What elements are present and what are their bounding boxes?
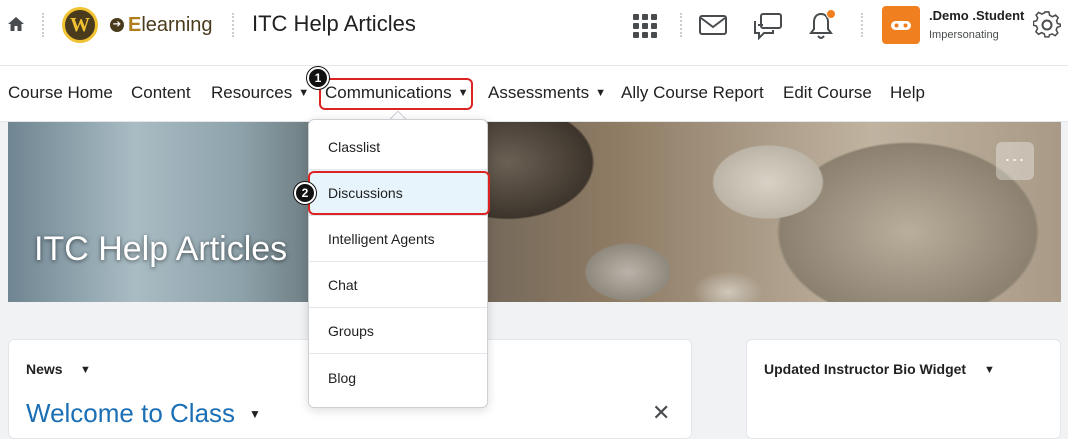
banner-more-options-icon[interactable]: ···	[996, 142, 1034, 180]
separator	[232, 13, 234, 37]
avatar[interactable]	[882, 6, 920, 44]
nav-course-home[interactable]: Course Home	[8, 83, 113, 103]
banner-title: ITC Help Articles	[34, 230, 288, 268]
chevron-down-icon: ▼	[595, 87, 606, 99]
course-navbar: Course Home Content Resources ▼ Communica…	[0, 66, 1068, 122]
home-icon[interactable]	[7, 15, 25, 33]
chevron-down-icon[interactable]: ▼	[80, 364, 91, 376]
nav-help[interactable]: Help	[890, 83, 925, 103]
separator	[680, 13, 682, 37]
news-post-title[interactable]: Welcome to Class ▼	[26, 398, 261, 429]
notification-dot	[826, 9, 836, 19]
top-bar: W ➔ Elearning ITC Help Articles .Demo .S…	[0, 0, 1068, 66]
impersonating-status: Impersonating	[929, 29, 999, 41]
step1-badge: 1	[307, 67, 329, 89]
brand-link[interactable]: ➔ Elearning	[110, 13, 213, 37]
arrow-circle-icon: ➔	[110, 18, 124, 32]
menu-item-intelligent-agents[interactable]: Intelligent Agents	[309, 216, 487, 262]
step1-highlight	[319, 78, 473, 110]
close-icon[interactable]: ✕	[652, 400, 670, 426]
instructor-bio-widget	[746, 339, 1061, 439]
menu-item-chat[interactable]: Chat	[309, 262, 487, 308]
course-title[interactable]: ITC Help Articles	[252, 11, 416, 37]
step2-badge: 2	[294, 182, 316, 204]
waffle-grid-icon[interactable]	[632, 13, 658, 39]
news-heading[interactable]: News	[26, 361, 63, 377]
message-icon[interactable]	[699, 15, 727, 35]
nav-content[interactable]: Content	[131, 83, 191, 103]
mask-icon	[891, 21, 911, 30]
menu-item-classlist[interactable]: Classlist	[309, 124, 487, 170]
communications-dropdown: Classlist Discussions Intelligent Agents…	[308, 119, 488, 408]
chat-bubble-icon[interactable]	[753, 12, 783, 40]
brand-text: Elearning	[128, 13, 213, 36]
nav-resources[interactable]: Resources ▼	[211, 83, 309, 103]
step2-highlight	[308, 171, 490, 215]
nav-assessments[interactable]: Assessments ▼	[488, 83, 606, 103]
chevron-down-icon: ▼	[298, 87, 310, 99]
user-name[interactable]: .Demo .Student	[929, 8, 1024, 23]
chevron-down-icon[interactable]: ▼	[984, 364, 995, 376]
nav-edit-course[interactable]: Edit Course	[783, 83, 872, 103]
menu-item-blog[interactable]: Blog	[309, 355, 487, 401]
menu-item-groups[interactable]: Groups	[309, 308, 487, 354]
bio-widget-heading[interactable]: Updated Instructor Bio Widget	[764, 361, 966, 377]
university-logo[interactable]: W	[62, 7, 98, 43]
nav-ally-course-report[interactable]: Ally Course Report	[621, 83, 764, 103]
gear-icon[interactable]	[1033, 11, 1061, 39]
course-banner-image	[8, 122, 1061, 302]
chevron-down-icon[interactable]: ▼	[249, 407, 261, 421]
separator	[861, 13, 863, 37]
separator	[42, 13, 44, 37]
